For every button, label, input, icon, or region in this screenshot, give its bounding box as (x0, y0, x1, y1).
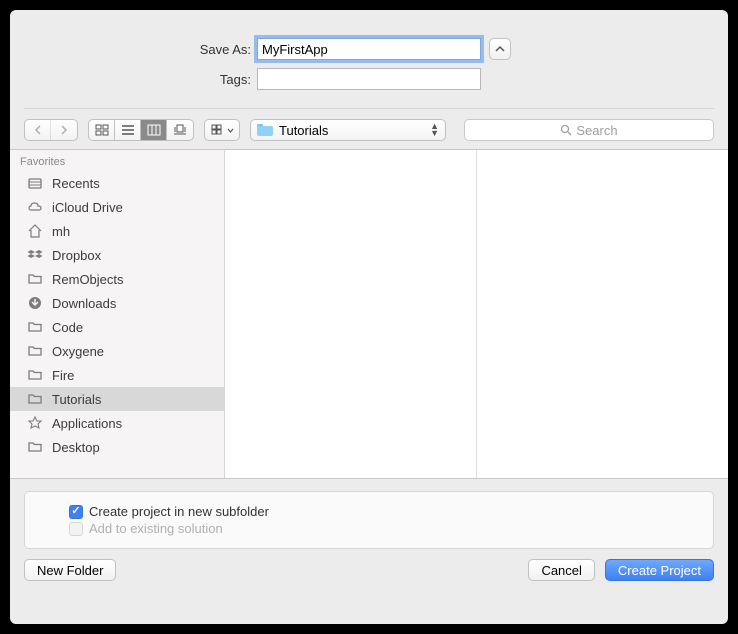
sidebar-item-label: Tutorials (52, 392, 101, 407)
sidebar-item-label: Applications (52, 416, 122, 431)
grid-icon (95, 124, 109, 136)
dropbox-icon (26, 246, 44, 264)
columns-icon (147, 124, 161, 136)
sidebar-item-label: RemObjects (52, 272, 124, 287)
collapse-dialog-button[interactable] (489, 38, 511, 60)
nav-history (24, 119, 78, 141)
view-columns-button[interactable] (141, 120, 167, 140)
column-1[interactable] (225, 150, 477, 478)
sidebar-item-applications[interactable]: Applications (10, 411, 224, 435)
back-button[interactable] (25, 120, 51, 140)
sidebar-item-label: Desktop (52, 440, 100, 455)
group-icon (211, 124, 225, 136)
save-as-input[interactable] (257, 38, 481, 60)
apps-icon (26, 414, 44, 432)
chevron-right-icon (60, 125, 68, 135)
file-browser: Favorites RecentsiCloud DrivemhDropboxRe… (10, 149, 728, 479)
sidebar: Favorites RecentsiCloud DrivemhDropboxRe… (10, 150, 225, 478)
options-panel: Create project in new subfolder Add to e… (24, 491, 714, 549)
sidebar-items: Recents iCloud Drive mh Dropbox RemObjects Do… (10, 171, 224, 459)
view-switcher (88, 119, 194, 141)
tags-label: Tags: (27, 72, 257, 87)
divider (24, 108, 714, 109)
sidebar-item-tutorials[interactable]: Tutorials (10, 387, 224, 411)
folder-icon (26, 342, 44, 360)
sidebar-item-label: Code (52, 320, 83, 335)
folder-icon (26, 438, 44, 456)
updown-icon: ▲▼ (430, 123, 439, 137)
sidebar-item-recents[interactable]: Recents (10, 171, 224, 195)
chevron-up-icon (495, 45, 505, 53)
folder-icon (26, 318, 44, 336)
location-label: Tutorials (279, 123, 430, 138)
folder-icon (26, 390, 44, 408)
sidebar-item-oxygene[interactable]: Oxygene (10, 339, 224, 363)
create-subfolder-row[interactable]: Create project in new subfolder (69, 504, 669, 519)
location-popup[interactable]: Tutorials ▲▼ (250, 119, 446, 141)
downloads-icon (26, 294, 44, 312)
view-icons-button[interactable] (89, 120, 115, 140)
toolbar: Tutorials ▲▼ Search (10, 113, 728, 149)
folder-icon (26, 366, 44, 384)
chevron-left-icon (34, 125, 42, 135)
save-dialog: Save As: Tags: (10, 10, 728, 624)
column-2[interactable] (477, 150, 728, 478)
save-as-label: Save As: (27, 42, 257, 57)
sidebar-item-icloud-drive[interactable]: iCloud Drive (10, 195, 224, 219)
sidebar-item-desktop[interactable]: Desktop (10, 435, 224, 459)
chevron-down-icon (227, 128, 234, 133)
sidebar-item-label: mh (52, 224, 70, 239)
sidebar-item-label: Fire (52, 368, 74, 383)
icloud-icon (26, 198, 44, 216)
sidebar-item-label: Dropbox (52, 248, 101, 263)
folder-icon (26, 270, 44, 288)
footer: New Folder Cancel Create Project (10, 559, 728, 595)
list-icon (121, 124, 135, 136)
new-folder-button[interactable]: New Folder (24, 559, 116, 581)
search-icon (560, 124, 572, 136)
add-to-solution-label: Add to existing solution (89, 521, 223, 536)
sidebar-item-mh[interactable]: mh (10, 219, 224, 243)
sidebar-item-label: Downloads (52, 296, 116, 311)
folder-icon (257, 124, 273, 136)
sidebar-header: Favorites (10, 150, 224, 171)
search-placeholder: Search (576, 123, 617, 138)
top-form: Save As: Tags: (10, 10, 728, 108)
group-menu[interactable] (204, 119, 240, 141)
home-icon (26, 222, 44, 240)
view-list-button[interactable] (115, 120, 141, 140)
recents-icon (26, 174, 44, 192)
add-to-solution-row: Add to existing solution (69, 521, 669, 536)
tags-input[interactable] (257, 68, 481, 90)
sidebar-item-label: iCloud Drive (52, 200, 123, 215)
sidebar-item-label: Recents (52, 176, 100, 191)
create-project-button[interactable]: Create Project (605, 559, 714, 581)
sidebar-item-downloads[interactable]: Downloads (10, 291, 224, 315)
sidebar-item-code[interactable]: Code (10, 315, 224, 339)
cancel-button[interactable]: Cancel (528, 559, 594, 581)
sidebar-item-remobjects[interactable]: RemObjects (10, 267, 224, 291)
forward-button[interactable] (51, 120, 77, 140)
coverflow-icon (173, 124, 187, 136)
create-subfolder-label: Create project in new subfolder (89, 504, 269, 519)
view-coverflow-button[interactable] (167, 120, 193, 140)
sidebar-item-fire[interactable]: Fire (10, 363, 224, 387)
search-input[interactable]: Search (464, 119, 714, 141)
create-subfolder-checkbox[interactable] (69, 505, 83, 519)
add-to-solution-checkbox (69, 522, 83, 536)
sidebar-item-dropbox[interactable]: Dropbox (10, 243, 224, 267)
sidebar-item-label: Oxygene (52, 344, 104, 359)
